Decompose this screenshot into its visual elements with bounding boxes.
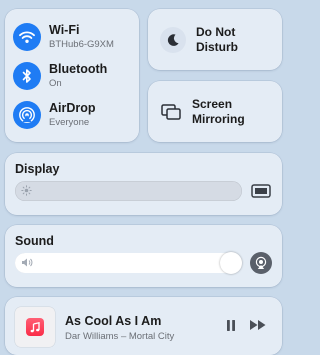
dnd-label-line2: Disturb xyxy=(196,39,238,54)
bluetooth-icon[interactable] xyxy=(13,62,41,90)
wifi-network-name: BTHub6-G9XM xyxy=(49,38,114,50)
wifi-toggle[interactable]: Wi-Fi BTHub6-G9XM xyxy=(13,23,114,51)
artist-album: Dar Williams – Mortal City xyxy=(65,331,175,342)
bluetooth-status: On xyxy=(49,77,62,89)
fast-forward-icon xyxy=(250,320,266,330)
airdrop-icon[interactable] xyxy=(13,101,41,129)
mirroring-label-line2: Mirroring xyxy=(192,111,245,126)
music-icon xyxy=(26,318,44,336)
pause-button[interactable] xyxy=(225,319,237,332)
next-track-button[interactable] xyxy=(249,319,267,331)
now-playing-module: As Cool As I Am Dar Williams – Mortal Ci… xyxy=(5,297,282,355)
display-icon xyxy=(251,184,271,198)
screen-mirroring-tile[interactable]: Screen Mirroring xyxy=(148,81,282,142)
sound-title: Sound xyxy=(15,234,54,248)
airdrop-toggle[interactable]: AirDrop Everyone xyxy=(13,101,96,129)
wifi-icon[interactable] xyxy=(13,23,41,51)
mirroring-label-line1: Screen xyxy=(192,96,233,111)
track-title: As Cool As I Am xyxy=(65,314,162,328)
display-module: Display xyxy=(5,153,282,215)
do-not-disturb-tile[interactable]: Do Not Disturb xyxy=(148,9,282,70)
dnd-label-line1: Do Not xyxy=(196,24,236,39)
volume-slider[interactable] xyxy=(15,252,242,274)
volume-fill xyxy=(15,253,242,273)
wifi-label: Wi-Fi xyxy=(49,23,80,38)
speaker-icon xyxy=(22,258,33,267)
brightness-icon xyxy=(21,185,32,196)
airdrop-status: Everyone xyxy=(49,116,90,128)
display-settings-button[interactable] xyxy=(250,180,272,202)
album-art[interactable] xyxy=(15,307,55,347)
moon-icon xyxy=(160,26,186,53)
airplay-audio-icon xyxy=(255,256,267,269)
volume-slider-knob[interactable] xyxy=(220,252,242,274)
bluetooth-label: Bluetooth xyxy=(49,62,108,77)
airdrop-label: AirDrop xyxy=(49,101,96,116)
screen-mirroring-icon xyxy=(160,101,182,123)
bluetooth-toggle[interactable]: Bluetooth On xyxy=(13,62,107,90)
brightness-slider[interactable] xyxy=(15,181,242,201)
connectivity-module: Wi-Fi BTHub6-G9XM Bluetooth On AirDrop E… xyxy=(5,9,139,142)
pause-icon xyxy=(227,320,235,331)
audio-output-button[interactable] xyxy=(250,252,272,274)
display-title: Display xyxy=(15,162,60,176)
sound-module: Sound xyxy=(5,225,282,287)
